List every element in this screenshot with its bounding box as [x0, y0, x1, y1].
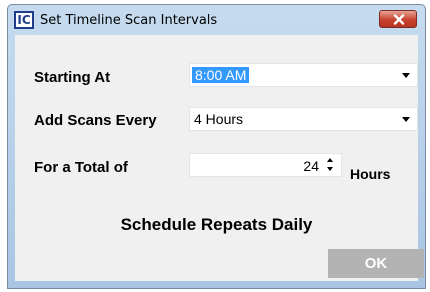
dialog-body: Starting At 8:00 AM Add Scans Every 4 Ho… — [15, 35, 424, 281]
dialog-window: IC Set Timeline Scan Intervals Starting … — [7, 4, 426, 289]
schedule-repeats-text: Schedule Repeats Daily — [120, 215, 313, 234]
total-label: For a Total of — [34, 159, 128, 176]
starting-at-label: Starting At — [34, 69, 111, 86]
spinner-buttons[interactable] — [325, 156, 337, 174]
add-scans-every-value: 4 Hours — [194, 111, 244, 127]
close-button[interactable] — [379, 10, 417, 28]
spin-up-icon[interactable] — [327, 158, 333, 162]
starting-at-dropdown[interactable]: 8:00 AM — [189, 63, 418, 87]
total-spinner[interactable]: 24 — [189, 153, 342, 177]
hours-unit-label: Hours — [350, 166, 391, 182]
app-icon: IC — [14, 11, 34, 29]
spin-down-icon[interactable] — [327, 167, 333, 171]
window-title: Set Timeline Scan Intervals — [40, 13, 218, 28]
chevron-down-icon — [402, 117, 410, 122]
ok-button[interactable]: OK — [328, 249, 424, 278]
add-scans-every-dropdown[interactable]: 4 Hours — [189, 107, 418, 131]
total-value: 24 — [303, 158, 319, 174]
title-bar[interactable]: IC Set Timeline Scan Intervals — [8, 5, 425, 35]
chevron-down-icon — [402, 73, 410, 78]
add-scans-every-label: Add Scans Every — [34, 112, 157, 129]
starting-at-value: 8:00 AM — [192, 67, 250, 83]
close-icon — [393, 14, 405, 25]
